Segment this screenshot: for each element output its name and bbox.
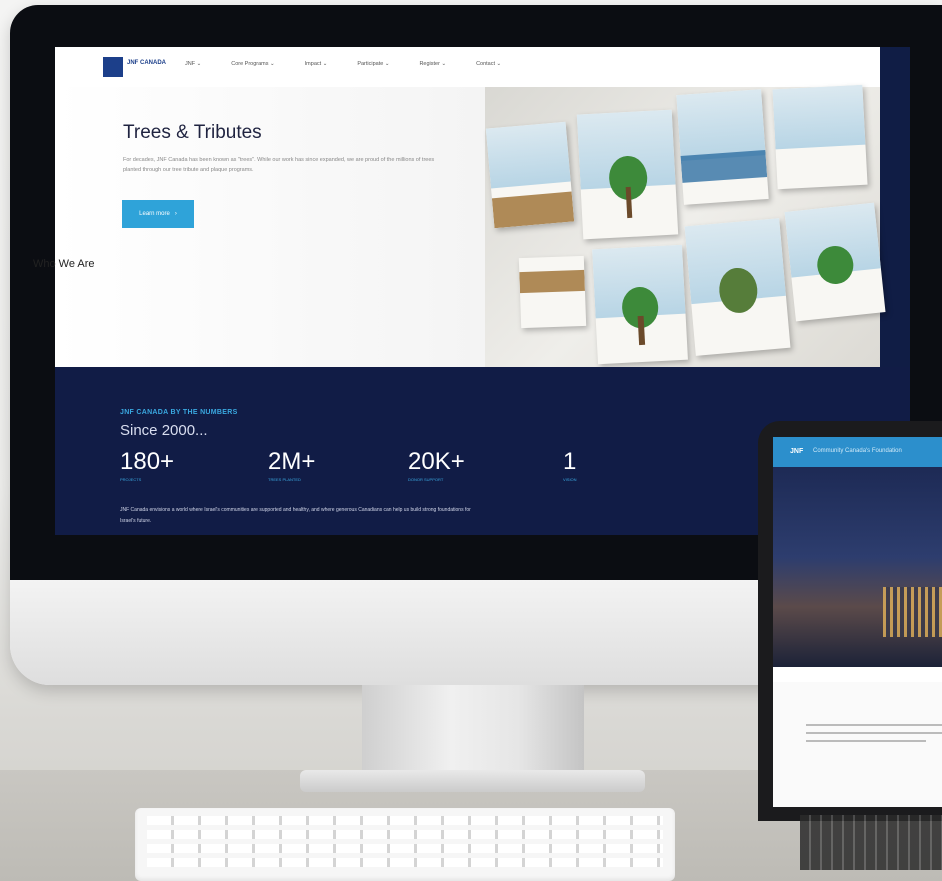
nav-item-impact[interactable]: Impact ⌄ (305, 61, 328, 67)
stat-vision: 1 VISION (563, 448, 577, 483)
laptop-content (773, 682, 942, 807)
learn-more-button[interactable]: Learn more › (122, 200, 194, 228)
hero-text-panel (55, 87, 485, 367)
watercolor-tile (676, 89, 769, 205)
arrow-right-icon: › (174, 211, 177, 217)
nav-item-jnf[interactable]: JNF ⌄ (185, 61, 201, 67)
monitor-stand-base (300, 770, 645, 792)
stat-value: 180+ (120, 448, 175, 475)
watercolor-tile (772, 84, 868, 190)
watercolor-tile (684, 218, 791, 356)
laptop-navbar: JNF Community Canada's Foundation (773, 437, 942, 467)
stat-label: DONOR SUPPORT (408, 477, 444, 482)
laptop-logo[interactable]: JNF (790, 448, 803, 455)
stat-trees-planted: 2M+ TREES PLANTED (268, 448, 316, 483)
numbers-body: JNF Canada envisions a world where Israe… (120, 507, 471, 524)
hero-image-watercolor-tiles (485, 84, 886, 367)
stat-value: 1 (563, 448, 577, 475)
numbers-heading: JNF CANADA BY THE NUMBERS (120, 409, 238, 416)
laptop-keyboard (800, 815, 942, 870)
watercolor-tile (784, 202, 886, 322)
nav-item-participate[interactable]: Participate ⌄ (357, 61, 389, 67)
nav-item-register[interactable]: Register ⌄ (419, 61, 446, 67)
text-line (806, 732, 942, 734)
hero-body: For decades, JNF Canada has been known a… (123, 157, 435, 173)
laptop-tagline: Community Canada's Foundation (813, 448, 902, 454)
watercolor-tile (485, 121, 575, 229)
text-line (806, 724, 942, 726)
text-line (806, 740, 926, 742)
site-navbar: JNF CANADA JNF ⌄ Core Programs ⌄ Impact … (55, 47, 880, 88)
nav-menu: JNF ⌄ Core Programs ⌄ Impact ⌄ Participa… (185, 61, 501, 67)
numbers-since: Since 2000... (120, 422, 208, 439)
keyboard (135, 808, 675, 881)
watercolor-tile (518, 255, 587, 329)
logo-text: JNF CANADA (127, 60, 166, 66)
stat-label: VISION (563, 477, 577, 482)
city-skyline (883, 587, 942, 637)
nav-item-contact[interactable]: Contact ⌄ (476, 61, 501, 67)
watercolor-tile (592, 244, 688, 365)
laptop-section-title: Who We Are (33, 258, 95, 270)
monitor-stand (362, 685, 584, 780)
laptop-screen: JNF Community Canada's Foundation (773, 437, 942, 807)
watercolor-tile (576, 109, 679, 240)
laptop-hero-city-image (773, 467, 942, 667)
stat-donor-support: 20K+ DONOR SUPPORT (408, 448, 465, 483)
nav-item-core-programs[interactable]: Core Programs ⌄ (231, 61, 274, 67)
stat-value: 20K+ (408, 448, 465, 475)
stat-label: TREES PLANTED (268, 477, 301, 482)
jnf-logo-icon[interactable] (103, 57, 123, 77)
stat-value: 2M+ (268, 448, 316, 475)
learn-more-label: Learn more (139, 211, 170, 217)
hero-title: Trees & Tributes (123, 122, 262, 143)
stat-projects: 180+ PROJECTS (120, 448, 175, 483)
stat-label: PROJECTS (120, 477, 142, 482)
